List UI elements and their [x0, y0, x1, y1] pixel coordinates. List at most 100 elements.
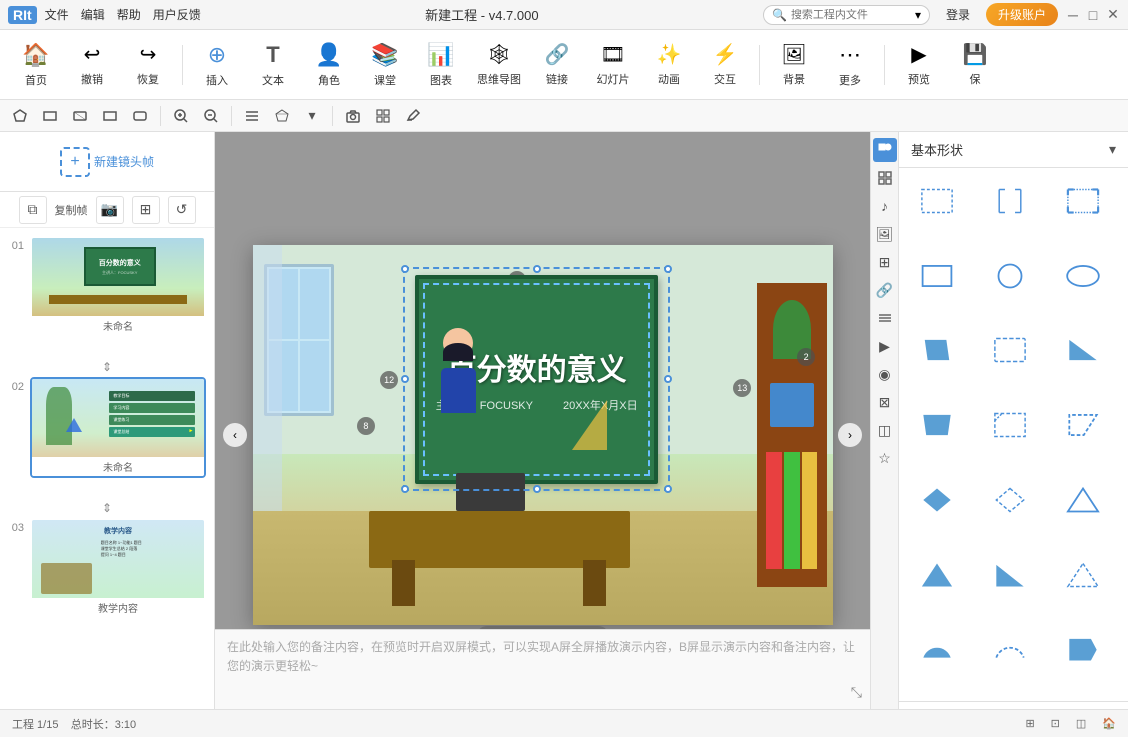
- sub-btn-zoom-out[interactable]: [199, 104, 223, 128]
- slide-resize-02: ⇕: [97, 498, 117, 518]
- toolbar-undo[interactable]: ↩ 撤销: [66, 35, 118, 95]
- toolbar-link[interactable]: 🔗 链接: [531, 35, 583, 95]
- minimize-button[interactable]: ─: [1066, 8, 1080, 22]
- menu-help[interactable]: 帮助: [117, 6, 141, 23]
- right-icon-layers[interactable]: [873, 306, 897, 330]
- canvas-nav-next[interactable]: ›: [838, 423, 862, 447]
- shape-rect-dashed2[interactable]: [980, 325, 1040, 375]
- search-input[interactable]: [791, 9, 911, 21]
- refresh-tool-button[interactable]: ↺: [168, 196, 196, 224]
- right-icon-star[interactable]: ☆: [873, 446, 897, 470]
- sub-btn-rect3[interactable]: [98, 104, 122, 128]
- slide-thumb-03[interactable]: 教学内容 题目名称 1~功能1 题目 课堂学生总结 2 段落 提问 1~4 题目…: [30, 518, 206, 619]
- toolbar-chart[interactable]: 📊 图表: [415, 35, 467, 95]
- shape-diamond-dashed[interactable]: [980, 475, 1040, 525]
- sub-btn-rect4[interactable]: [128, 104, 152, 128]
- shape-ellipse[interactable]: [1053, 251, 1113, 301]
- menu-feedback[interactable]: 用户反馈: [153, 6, 201, 23]
- right-icon-audio[interactable]: ♪: [873, 194, 897, 218]
- sub-btn-rect1[interactable]: [38, 104, 62, 128]
- shape-circle[interactable]: [980, 251, 1040, 301]
- shape-rect-dashed[interactable]: [907, 176, 967, 226]
- shape-triangle-fill[interactable]: [907, 550, 967, 600]
- shape-diamond[interactable]: [907, 475, 967, 525]
- right-icon-eye[interactable]: ◉: [873, 362, 897, 386]
- shape-bracket[interactable]: [980, 176, 1040, 226]
- toolbar-role[interactable]: 👤 角色: [303, 35, 355, 95]
- right-icon-filter[interactable]: [873, 166, 897, 190]
- toolbar-interact[interactable]: ⚡ 交互: [699, 35, 751, 95]
- shape-trapezoid[interactable]: [907, 400, 967, 450]
- sub-btn-grid[interactable]: [371, 104, 395, 128]
- shape-right-trapezoid[interactable]: [1053, 325, 1113, 375]
- copy-frame-button[interactable]: ⧉: [19, 196, 47, 224]
- menu-file[interactable]: 文件: [45, 6, 69, 23]
- sub-btn-align[interactable]: [240, 104, 264, 128]
- upgrade-button[interactable]: 升级账户: [986, 3, 1058, 26]
- toolbar-more[interactable]: ⋯ 更多: [824, 35, 876, 95]
- sub-btn-edit[interactable]: [401, 104, 425, 128]
- toolbar-slide[interactable]: 🎞 幻灯片: [587, 35, 639, 95]
- canvas-frame: 百分数的意义 主讲人：FOCUSKY 20XX年X月X日: [253, 245, 833, 625]
- toolbar-bg[interactable]: 🖼 背景: [768, 35, 820, 95]
- shape-triangle-up[interactable]: [1053, 475, 1113, 525]
- right-icon-link[interactable]: 🔗: [873, 278, 897, 302]
- sub-btn-rect2[interactable]: [68, 104, 92, 128]
- slide-icon: 🎞: [600, 42, 625, 67]
- shapes-dropdown-button[interactable]: ▾: [1109, 141, 1116, 158]
- shape-tri-dashed[interactable]: [1053, 550, 1113, 600]
- sub-btn-pentagon2[interactable]: [270, 104, 294, 128]
- slide-thumb-02[interactable]: 👁 🗑 教学目标 学习内容 课堂练习: [30, 377, 206, 478]
- shape-rect-right[interactable]: [1053, 624, 1113, 674]
- shape-rect-corner-dashed[interactable]: [1053, 176, 1113, 226]
- slide-num-03: 03: [8, 518, 24, 534]
- right-icon-arrange[interactable]: ◫: [873, 418, 897, 442]
- sub-btn-dropdown[interactable]: ▾: [300, 104, 324, 128]
- toolbar-mindmap[interactable]: 🕸 思维导图: [471, 35, 527, 95]
- toolbar-preview[interactable]: ▶ 预览: [893, 35, 945, 95]
- slide-item-01: 01 百分数的意义 主讲人：FOCUSKY: [8, 236, 206, 337]
- statusbar-icon-4[interactable]: 🏠: [1102, 717, 1116, 730]
- right-icon-shapes[interactable]: [873, 138, 897, 162]
- sub-sep-1: [160, 106, 161, 126]
- shape-arc-dashed[interactable]: [980, 624, 1040, 674]
- toolbar-insert[interactable]: ⊕ 插入: [191, 35, 243, 95]
- menu-edit[interactable]: 编辑: [81, 6, 105, 23]
- sub-btn-camera[interactable]: [341, 104, 365, 128]
- sub-btn-pentagon[interactable]: [8, 104, 32, 128]
- toolbar-text[interactable]: T 文本: [247, 35, 299, 95]
- right-icon-grid[interactable]: ⊞: [873, 250, 897, 274]
- canvas-nav-prev[interactable]: ‹: [223, 423, 247, 447]
- project-title: 新建工程 - v4.7.000: [425, 5, 538, 24]
- toolbar-save[interactable]: 💾 保: [949, 35, 1001, 95]
- toolbar-home[interactable]: 🏠 首页: [10, 35, 62, 95]
- preview-icon: ▶: [911, 42, 926, 67]
- camera-tool-button[interactable]: 📷: [96, 196, 124, 224]
- login-button[interactable]: 登录: [938, 4, 978, 25]
- shape-right-trapezoid2[interactable]: [1053, 400, 1113, 450]
- sub-btn-zoom-in[interactable]: [169, 104, 193, 128]
- toolbar-classroom[interactable]: 📚 课堂: [359, 35, 411, 95]
- shape-rect-corner[interactable]: [980, 400, 1040, 450]
- search-box[interactable]: 🔍 ▾: [763, 5, 930, 25]
- statusbar-icon-2[interactable]: ⊡: [1051, 717, 1060, 730]
- right-icon-video[interactable]: ▶: [873, 334, 897, 358]
- shape-rect[interactable]: [907, 251, 967, 301]
- right-icon-image[interactable]: 🖼: [873, 222, 897, 246]
- right-icon-lock[interactable]: ⊠: [873, 390, 897, 414]
- fit-tool-button[interactable]: ⊞: [132, 196, 160, 224]
- statusbar-icon-3[interactable]: ◫: [1076, 717, 1086, 730]
- new-frame-button[interactable]: + 新建镜头帧: [60, 147, 154, 177]
- toolbar-animation[interactable]: ✨ 动画: [643, 35, 695, 95]
- toolbar-redo[interactable]: ↪ 恢复: [122, 35, 174, 95]
- statusbar-icon-1[interactable]: ⊞: [1025, 717, 1034, 730]
- close-button[interactable]: ✕: [1106, 8, 1120, 22]
- shape-parallelogram[interactable]: [907, 325, 967, 375]
- shape-right-triangle[interactable]: [980, 550, 1040, 600]
- maximize-button[interactable]: □: [1086, 8, 1100, 22]
- notes-area[interactable]: 在此处输入您的备注内容，在预览时开启双屏模式，可以实现A屏全屏播放演示内容，B屏…: [215, 629, 870, 709]
- notes-expand-button[interactable]: ⤡: [851, 684, 862, 701]
- shape-semi-circle[interactable]: [907, 624, 967, 674]
- save-icon: 💾: [963, 42, 988, 67]
- slide-thumb-01[interactable]: 百分数的意义 主讲人：FOCUSKY 未命名: [30, 236, 206, 337]
